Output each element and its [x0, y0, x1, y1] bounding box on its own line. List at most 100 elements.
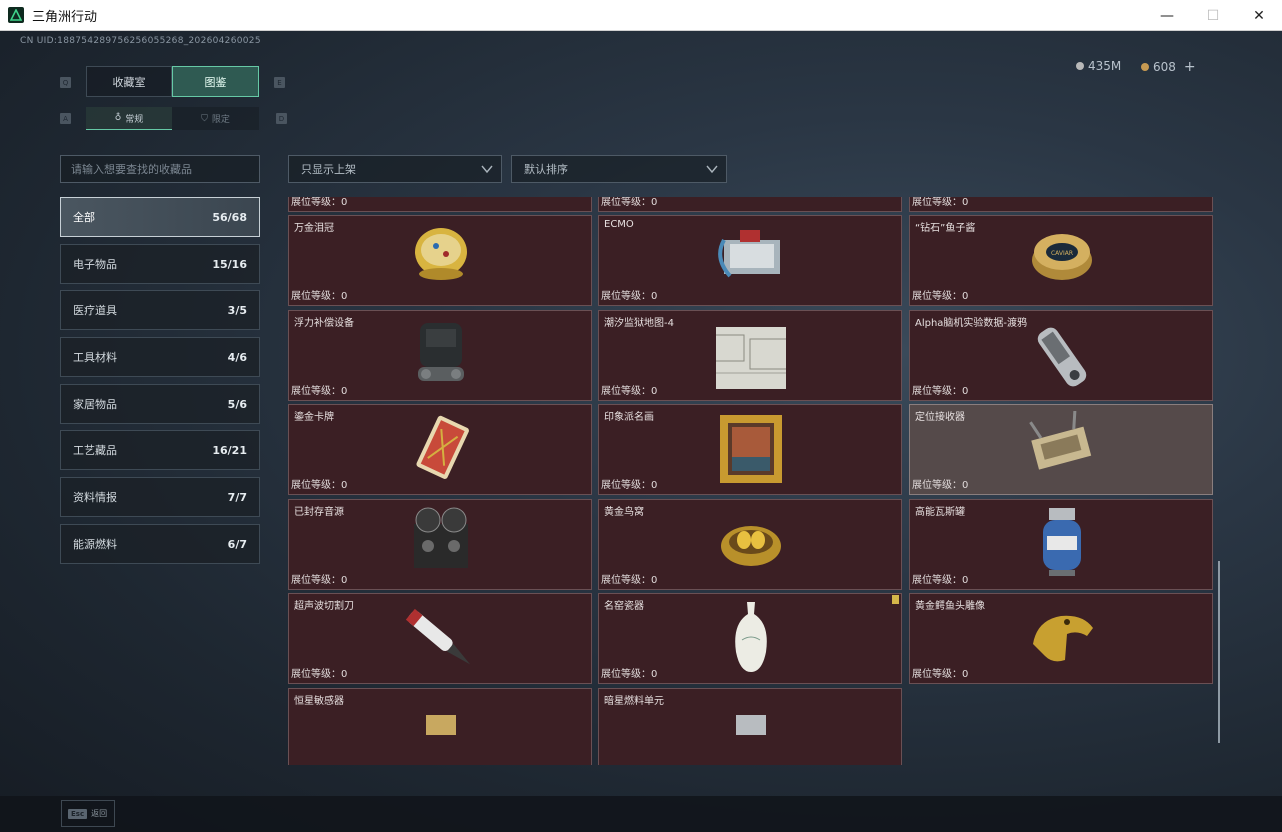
booth-level: 展位等级：0 [291, 386, 348, 397]
jewel-egg-icon [415, 228, 467, 280]
item-name: ECMO [604, 219, 634, 230]
collection-card[interactable]: 万金泪冠展位等级：0 [288, 215, 592, 306]
gilded-card-icon [416, 415, 469, 479]
collection-card[interactable]: Alpha脑机实验数据-渡鸦 展位等级：0 [909, 310, 1213, 401]
bcd-vest-icon [418, 323, 464, 381]
shelf-filter-dropdown[interactable]: 只显示上架 [288, 155, 502, 183]
subtab-regular[interactable]: ♁ 常规 [86, 107, 172, 130]
category-electronics[interactable]: 电子物品 15/16 [60, 244, 260, 284]
collection-card[interactable]: 黄金鸟窝展位等级：0 [598, 499, 902, 590]
booth-level: 展位等级：0 [291, 291, 348, 302]
game-viewport: CN UID:18875428975625605526​8_2026042600… [0, 31, 1282, 832]
booth-level: 展位等级：0 [291, 575, 348, 586]
gas-canister-icon [1043, 508, 1081, 576]
title-bar: 三角洲行动 — ☐ ✕ [0, 0, 1282, 31]
collection-grid: 展位等级：0 展位等级：0 展位等级：0 万金泪冠 展位等级：0 ECMO 展位等级：0 “钻… [288, 197, 1222, 765]
booth-level: 展位等级：0 [912, 197, 969, 208]
booth-level: 展位等级：0 [601, 291, 658, 302]
collection-card[interactable]: 超声波切割刀 展位等级：0 [288, 593, 592, 684]
data-drive-icon [1037, 327, 1087, 387]
footer-bar: Esc 返回 [0, 796, 1282, 832]
silver-currency: 435M [1076, 59, 1121, 73]
limited-icon: ⛉ [201, 113, 208, 124]
chevron-down-icon [706, 165, 718, 174]
gold-currency: 608 + [1141, 59, 1196, 75]
new-badge-icon [892, 595, 899, 604]
item-name: 潮汐监狱地图-4 [604, 318, 674, 329]
tab-collection-room[interactable]: 收藏室 [86, 66, 172, 97]
category-medical[interactable]: 医疗道具 3/5 [60, 290, 260, 330]
item-name: 恒星敏感器 [294, 696, 344, 707]
croc-statue-icon [1033, 615, 1093, 662]
back-button[interactable]: Esc 返回 [61, 800, 115, 827]
item-name: “钻石”鱼子酱 [915, 223, 976, 234]
key-hint-d: D [276, 113, 287, 124]
item-name: Alpha脑机实验数据-渡鸦 [915, 318, 1028, 329]
booth-level: 展位等级：0 [291, 197, 348, 208]
collection-card[interactable]: “钻石”鱼子酱 CAVIAR 展位等级：0 [909, 215, 1213, 306]
booth-level: 展位等级：0 [912, 575, 969, 586]
grid-scrollbar[interactable] [1218, 561, 1220, 743]
key-hint-q: Q [60, 77, 71, 88]
collection-card[interactable]: 名窑瓷器 展位等级：0 [598, 593, 902, 684]
item-name: 高能瓦斯罐 [915, 507, 965, 518]
item-name: 鎏金卡牌 [294, 412, 334, 423]
collection-card[interactable]: 展位等级：0 [598, 197, 902, 212]
key-hint-a: A [60, 113, 71, 124]
ecmo-icon [718, 230, 780, 278]
category-tools[interactable]: 工具材料 4/6 [60, 337, 260, 377]
collection-card[interactable]: ECMO 展位等级：0 [598, 215, 902, 306]
item-name: 黄金鸟窝 [604, 507, 644, 518]
subtab-limited[interactable]: ⛉ 限定 [172, 107, 259, 130]
battery-icon [716, 197, 786, 206]
category-intel[interactable]: 资料情报 7/7 [60, 477, 260, 517]
sort-dropdown[interactable]: 默认排序 [511, 155, 727, 183]
category-crafts[interactable]: 工艺藏品 16/21 [60, 430, 260, 470]
booth-level: 展位等级：0 [912, 386, 969, 397]
item-name: 定位接收器 [915, 412, 965, 423]
booth-level: 展位等级：0 [601, 575, 658, 586]
close-button[interactable]: ✕ [1236, 0, 1282, 31]
item-name: 已封存音源 [294, 507, 344, 518]
item-name: 暗星燃料单元 [604, 696, 664, 707]
ultrasonic-knife-icon [406, 608, 471, 665]
silver-coin-icon [1076, 62, 1084, 70]
collection-card[interactable]: 定位接收器 展位等级：0 [909, 404, 1213, 495]
collection-card[interactable]: 已封存音源展位等级：0 [288, 499, 592, 590]
esc-key-hint: Esc [68, 808, 88, 819]
gold-coin-icon [1141, 63, 1149, 71]
maximize-button[interactable]: ☐ [1190, 0, 1236, 31]
fuel-cell-icon [736, 715, 766, 735]
collection-card[interactable]: 印象派名画 展位等级：0 [598, 404, 902, 495]
collection-card[interactable]: 暗星燃料单元 [598, 688, 902, 765]
tab-codex[interactable]: 图鉴 [172, 66, 259, 97]
receiver-icon [1029, 411, 1092, 470]
booth-level: 展位等级：0 [912, 669, 969, 680]
golden-nest-icon [721, 526, 781, 566]
collection-card[interactable]: 展位等级：0 [288, 197, 592, 212]
collection-card[interactable]: 鎏金卡牌 展位等级：0 [288, 404, 592, 495]
caviar-tin-icon: CAVIAR [1032, 234, 1092, 280]
minimize-button[interactable]: — [1144, 0, 1190, 31]
item-name: 万金泪冠 [294, 223, 334, 234]
key-hint-e: E [274, 77, 285, 88]
collection-card[interactable]: 高能瓦斯罐展位等级：0 [909, 499, 1213, 590]
collection-card[interactable]: 黄金鳄鱼头雕像 展位等级：0 [909, 593, 1213, 684]
add-currency-button[interactable]: + [1184, 59, 1196, 75]
player-uid: CN UID:18875428975625605526​8_2026042600… [20, 36, 261, 46]
collection-card[interactable]: 展位等级：0 [909, 197, 1213, 212]
category-household[interactable]: 家居物品 5/6 [60, 384, 260, 424]
map-icon [716, 327, 786, 389]
svg-text:CAVIAR: CAVIAR [1051, 250, 1073, 257]
porcelain-vase-icon [735, 602, 767, 672]
item-name: 印象派名画 [604, 412, 654, 423]
category-energy[interactable]: 能源燃料 6/7 [60, 524, 260, 564]
collection-card[interactable]: 潮汐监狱地图-4 展位等级：0 [598, 310, 902, 401]
search-input[interactable]: 请输入想要查找的收藏品 [60, 155, 260, 183]
regular-icon: ♁ [114, 113, 122, 123]
chevron-down-icon [481, 165, 493, 174]
collection-card[interactable]: 浮力补偿设备 展位等级：0 [288, 310, 592, 401]
booth-level: 展位等级：0 [601, 386, 658, 397]
collection-card[interactable]: 恒星敏感器 [288, 688, 592, 765]
category-all[interactable]: 全部 56/68 [60, 197, 260, 237]
